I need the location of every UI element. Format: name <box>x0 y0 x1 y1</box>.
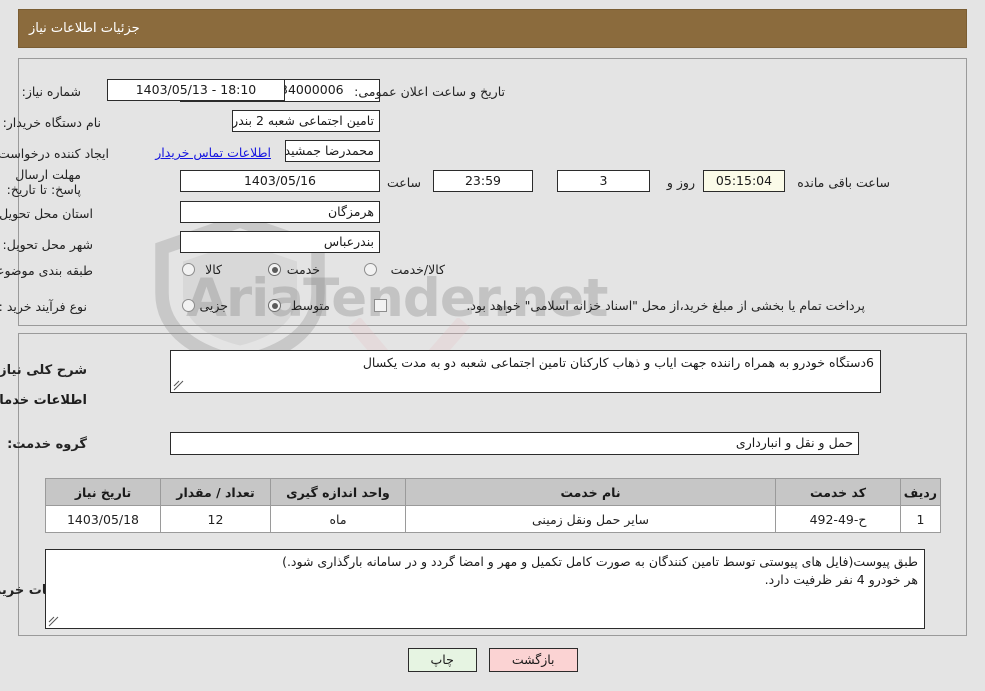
treasury-bonds-checkbox[interactable] <box>374 299 387 312</box>
radio-process-motavasset[interactable] <box>268 299 281 312</box>
radio-classification-kala[interactable] <box>182 263 195 276</box>
radio-classification-khedmat[interactable] <box>268 263 281 276</box>
th-row: ردیف <box>900 478 941 506</box>
general-desc-value: 6دستگاه خودرو به همراه راننده جهت ایاب و… <box>362 355 874 370</box>
deadline-label: مهلت ارسال پاسخ: تا تاریخ: <box>6 167 81 197</box>
window-title-bar: جزئیات اطلاعات نیاز <box>18 9 967 48</box>
cell-service-name: سایر حمل ونقل زمینی <box>405 505 776 533</box>
deadline-date-value: 1403/05/16 <box>180 170 380 192</box>
cell-row: 1 <box>900 505 941 533</box>
need-number-label: شماره نیاز: <box>21 84 81 99</box>
buyer-notes-textarea[interactable]: طبق پیوست(فایل های پیوستی توسط تامین کنن… <box>45 549 925 629</box>
days-remaining-value: 3 <box>557 170 650 192</box>
province-label: استان محل تحویل: <box>0 206 93 221</box>
cell-need-date: 1403/05/18 <box>45 505 161 533</box>
days-label: روز و <box>666 175 695 190</box>
th-quantity: تعداد / مقدار <box>160 478 271 506</box>
city-label: شهر محل تحویل: <box>2 237 93 252</box>
table-row: 1 ح-49-492 سایر حمل ونقل زمینی ماه 12 14… <box>45 505 941 533</box>
buyer-notes-line-1: طبق پیوست(فایل های پیوستی توسط تامین کنن… <box>282 554 918 569</box>
table-header-row: ردیف کد خدمت نام خدمت واحد اندازه گیری ت… <box>45 478 941 506</box>
buyer-org-value: تامین اجتماعی شعبه 2 بندرعباس <box>232 110 380 132</box>
service-group-label: گروه خدمت: <box>7 437 87 452</box>
cell-service-code: ح-49-492 <box>775 505 901 533</box>
radio-label-khedmat: خدمت <box>286 262 320 277</box>
general-desc-textarea[interactable]: 6دستگاه خودرو به همراه راننده جهت ایاب و… <box>170 350 881 393</box>
classification-label: طبقه بندی موضوعی: <box>0 263 93 278</box>
hour-label: ساعت <box>386 175 421 190</box>
page-title: جزئیات اطلاعات نیاز <box>29 21 140 36</box>
city-value: بندرعباس <box>180 231 380 253</box>
province-value: هرمزگان <box>180 201 380 223</box>
radio-classification-kala-khedmat[interactable] <box>364 263 377 276</box>
buyer-notes-line-2: هر خودرو 4 نفر ظرفیت دارد. <box>764 572 918 587</box>
deadline-time-value: 23:59 <box>433 170 533 192</box>
resize-grip-icon <box>48 616 59 627</box>
process-label: نوع فرآیند خرید : <box>0 299 87 314</box>
buyer-org-label: نام دستگاه خریدار: <box>2 115 101 130</box>
countdown-value: 05:15:04 <box>703 170 785 192</box>
service-group-value: حمل و نقل و انبارداری <box>170 432 859 455</box>
cell-unit: ماه <box>270 505 406 533</box>
footer-button-row: بازگشت چاپ <box>0 648 985 672</box>
th-unit: واحد اندازه گیری <box>270 478 406 506</box>
buyer-contact-link[interactable]: اطلاعات تماس خریدار <box>155 145 271 160</box>
radio-process-jozee[interactable] <box>182 299 195 312</box>
th-need-date: تاریخ نیاز <box>45 478 161 506</box>
radio-label-kala: کالا <box>205 262 222 277</box>
requester-value: محمدرضا جمشیدی کاربرداز تامین اجتماعی شع… <box>285 140 380 162</box>
th-service-name: نام خدمت <box>405 478 776 506</box>
requester-label: ایجاد کننده درخواست: <box>0 146 109 161</box>
radio-label-jozee: جزیی <box>199 298 228 313</box>
radio-label-motavasset: متوسط <box>290 298 330 313</box>
cell-quantity: 12 <box>160 505 271 533</box>
radio-label-kala-khedmat: کالا/خدمت <box>390 262 445 277</box>
services-table: ردیف کد خدمت نام خدمت واحد اندازه گیری ت… <box>45 478 941 533</box>
public-announce-value: 1403/05/13 - 18:10 <box>107 79 285 101</box>
treasury-bonds-label: پرداخت تمام یا بخشی از مبلغ خرید،از محل … <box>466 298 865 313</box>
th-service-code: کد خدمت <box>775 478 901 506</box>
back-button[interactable]: بازگشت <box>488 648 578 672</box>
services-section-title: اطلاعات خدمات مورد نیاز <box>0 393 87 408</box>
general-desc-label: شرح کلی نیاز: <box>0 363 87 378</box>
page-root: AriaTender.net جزئیات اطلاعات نیاز شماره… <box>0 0 985 691</box>
print-button[interactable]: چاپ <box>407 648 477 672</box>
public-announce-label: تاریخ و ساعت اعلان عمومی: <box>354 84 505 99</box>
resize-grip-icon <box>173 380 184 391</box>
remaining-hours-label: ساعت باقی مانده <box>797 175 890 190</box>
